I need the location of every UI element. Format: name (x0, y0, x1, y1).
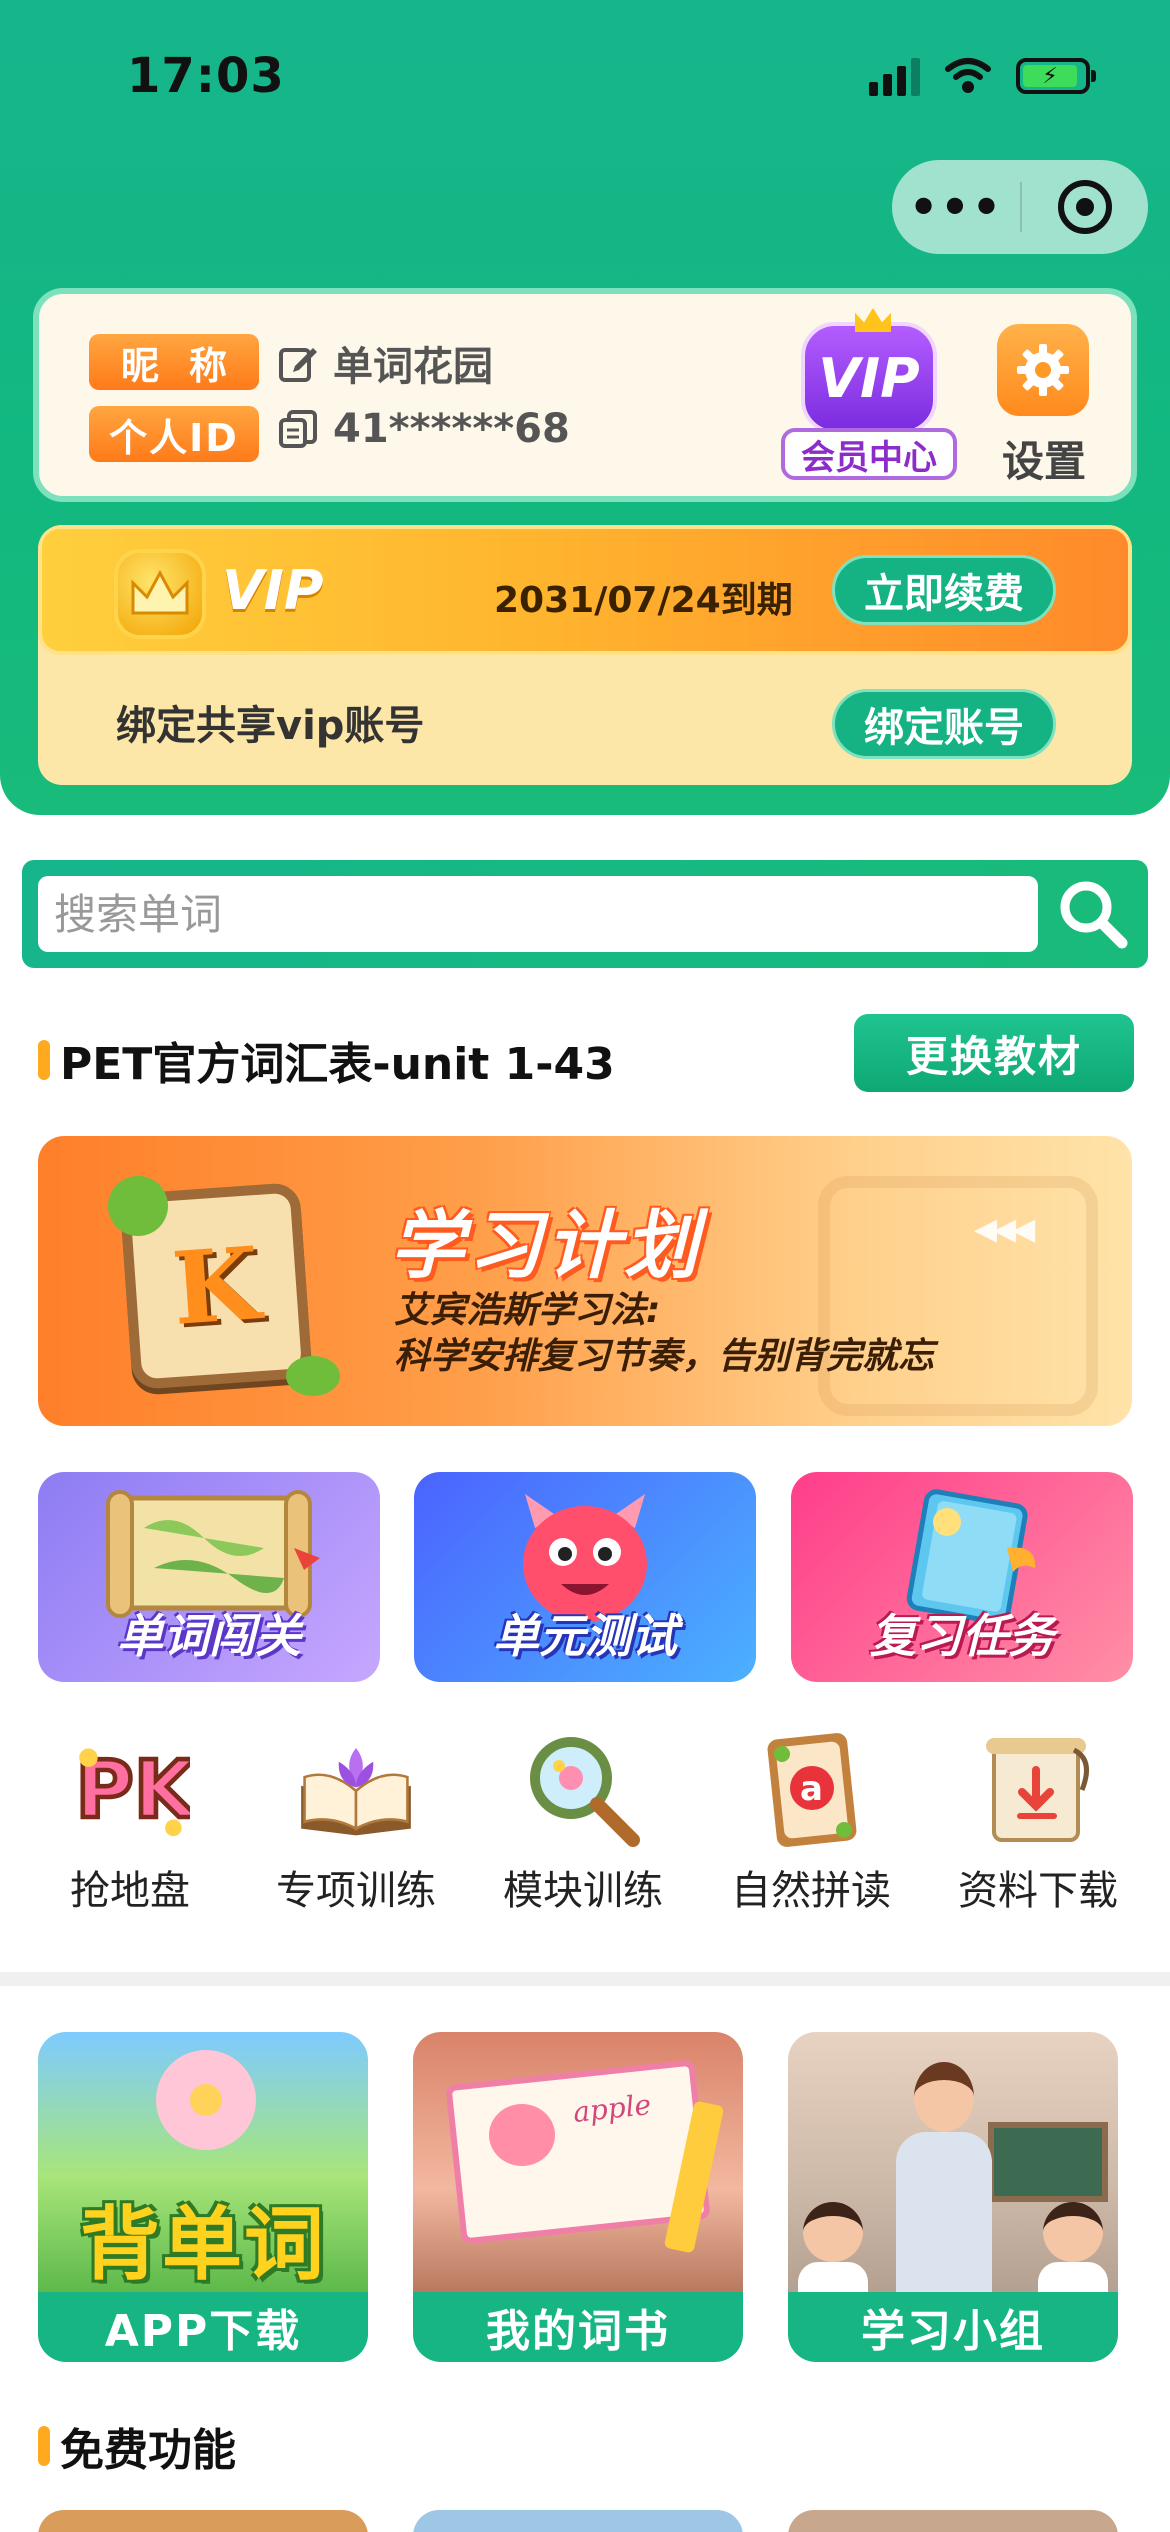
bind-account-button[interactable]: 绑定账号 (832, 689, 1056, 759)
vip-center-button[interactable]: VIP 会员中心 (781, 314, 961, 484)
tool-special-training[interactable]: 专项训练 (256, 1730, 456, 1930)
study-plan-banner[interactable]: K 学习计划 艾宾浩斯学习法: 科学安排复习节奏，告别背完就忘 ◀◀◀ (38, 1136, 1132, 1426)
copy-icon[interactable] (277, 408, 319, 450)
unit-test-label: 单元测试 (493, 1609, 677, 1663)
student-illustration (1038, 2202, 1108, 2294)
tool-territory-battle[interactable]: PK 抢地盘 (30, 1730, 230, 1930)
wifi-icon (945, 58, 991, 93)
download-scroll-icon (978, 1730, 1098, 1850)
app-download-image: 背单词 (38, 2032, 368, 2294)
free-feature-card[interactable] (38, 2510, 368, 2532)
nickname-value: 单词花园 (333, 344, 493, 390)
section-marker (38, 2426, 50, 2466)
target-icon (1058, 180, 1112, 234)
vip-crown-icon: VIP (801, 322, 937, 434)
status-time: 17:03 (127, 48, 285, 104)
tool-label: 抢地盘 (70, 1868, 190, 1914)
close-miniprogram-button[interactable] (1022, 180, 1148, 234)
user-id-tag: 个人ID (89, 406, 259, 462)
more-button[interactable]: ••• (892, 180, 1020, 234)
memorize-words-text: 背单词 (80, 2198, 326, 2291)
bind-shared-vip-text: 绑定共享vip账号 (116, 703, 425, 749)
nickname-tag: 昵称 (89, 334, 259, 390)
word-challenge-card[interactable]: 单词闯关 (38, 1472, 380, 1682)
search-icon (1060, 881, 1128, 949)
plan-subtitle: 艾宾浩斯学习法: 科学安排复习节奏，告别背完就忘 (394, 1290, 935, 1377)
free-feature-card[interactable] (788, 2510, 1118, 2532)
leaf-decoration (108, 1176, 168, 1236)
tool-module-training[interactable]: 模块训练 (483, 1730, 683, 1930)
pk-icon: PK (70, 1730, 190, 1850)
study-group-image (788, 2032, 1118, 2294)
status-bar: 17:03 ⚡ (0, 0, 1170, 150)
search-input[interactable] (38, 876, 1038, 952)
settings-label: 设置 (1001, 437, 1086, 486)
letter-card-icon: a (751, 1730, 871, 1850)
textbook-section-title: PET官方词汇表-unit 1-43 (38, 1028, 615, 1092)
chalkboard-illustration (988, 2122, 1108, 2202)
flower-icon (156, 2050, 256, 2150)
svg-text:a: a (800, 1769, 823, 1809)
signal-icon (869, 56, 920, 96)
review-task-label: 复习任务 (870, 1609, 1054, 1663)
vip-status-bar: VIP 2031/07/24到期 立即续费 (38, 525, 1132, 655)
unit-test-card[interactable]: 单元测试 (414, 1472, 756, 1682)
arrows-icon: ◀◀◀ (974, 1212, 1035, 1247)
wordbook-image: apple (413, 2032, 743, 2294)
word-challenge-label: 单词闯关 (117, 1609, 301, 1663)
status-icons: ⚡ (869, 56, 1096, 96)
textbook-title: PET官方词汇表-unit 1-43 (60, 1039, 615, 1090)
nickname-row[interactable]: 单词花园 (277, 334, 493, 392)
change-textbook-button[interactable]: 更换教材 (854, 1014, 1134, 1092)
vip-membership-panel: VIP 2031/07/24到期 立即续费 绑定共享vip账号 绑定账号 (38, 525, 1132, 785)
profile-card: 昵称 单词花园 个人ID 41******68 VIP 会员中心 设置 (33, 288, 1137, 502)
my-wordbook-card[interactable]: apple 我的词书 (413, 2032, 743, 2362)
study-group-label: 学习小组 (788, 2292, 1118, 2362)
vip-label: VIP (222, 559, 324, 622)
teacher-illustration (884, 2062, 1004, 2294)
vip-center-label: 会员中心 (781, 428, 957, 480)
section-marker (38, 1040, 50, 1080)
tool-phonics[interactable]: a 自然拼读 (711, 1730, 911, 1930)
tool-label: 资料下载 (958, 1868, 1118, 1914)
magnifier-icon (523, 1730, 643, 1850)
tool-material-download[interactable]: 资料下载 (938, 1730, 1138, 1930)
section-divider (0, 1972, 1170, 1986)
free-feature-card[interactable] (413, 2510, 743, 2532)
battery-icon: ⚡ (1016, 58, 1096, 94)
tool-label: 自然拼读 (731, 1868, 891, 1914)
tool-label: 模块训练 (503, 1868, 663, 1914)
app-download-card[interactable]: 背单词 APP下载 (38, 2032, 368, 2362)
plan-title: 学习计划 (390, 1203, 702, 1289)
student-illustration (798, 2202, 868, 2294)
free-features-title: 免费功能 (38, 2414, 236, 2478)
free-features-label: 免费功能 (60, 2425, 236, 2476)
my-wordbook-label: 我的词书 (413, 2292, 743, 2362)
tool-label: 专项训练 (276, 1868, 436, 1914)
miniprogram-capsule: ••• (892, 160, 1148, 254)
edit-icon[interactable] (277, 342, 319, 384)
app-download-label: APP下载 (38, 2292, 368, 2362)
leaf-decoration (286, 1356, 340, 1396)
search-bar (22, 860, 1148, 968)
user-id-value: 41******68 (333, 406, 570, 452)
gear-icon (997, 324, 1089, 416)
crown-icon (114, 549, 206, 639)
study-group-card[interactable]: 学习小组 (788, 2032, 1118, 2362)
profile-header: 17:03 ⚡ ••• 昵称 单词花园 个人ID 41******68 VIP … (0, 0, 1170, 815)
apple-icon (489, 2104, 555, 2166)
user-id-row[interactable]: 41******68 (277, 406, 570, 452)
open-book-lotus-icon (296, 1730, 416, 1850)
search-button[interactable] (1048, 870, 1138, 958)
review-task-card[interactable]: 复习任务 (791, 1472, 1133, 1682)
renew-button[interactable]: 立即续费 (832, 555, 1056, 625)
settings-button[interactable]: 设置 (989, 314, 1099, 486)
vip-expiry: 2031/07/24到期 (494, 580, 793, 621)
